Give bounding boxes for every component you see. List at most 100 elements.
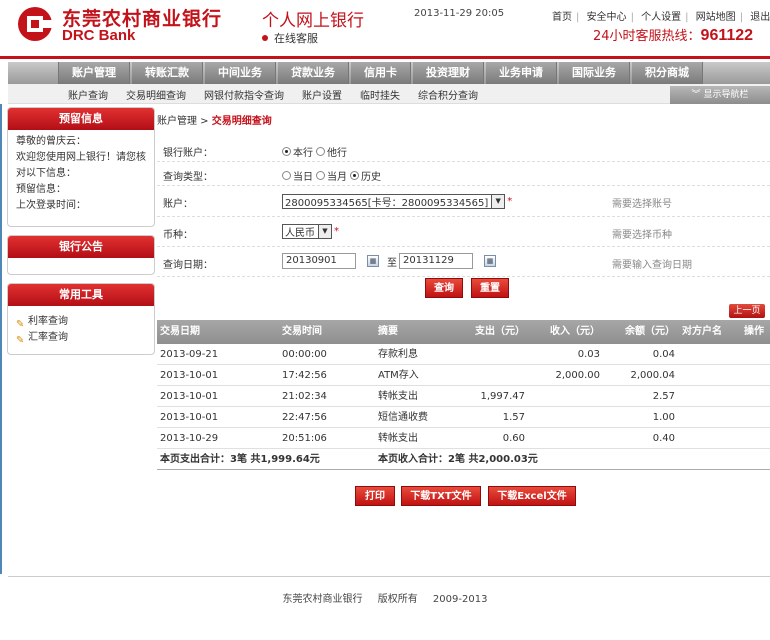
dropdown-arrow-icon: ▼ (318, 225, 331, 238)
col-in: 收入（元） (550, 326, 600, 337)
tool-interest-rate[interactable]: ✎ 利率查询 (16, 314, 146, 330)
show-nav-button[interactable]: ︾ 显示导航栏 (670, 86, 770, 104)
account-row: 账户： 2800095334565[卡号：2800095334565] ▼ * 需要… (157, 186, 770, 217)
greeting: 尊敬的曾庆云： (16, 136, 86, 147)
currency-row: 币种： 人民币 ▼ * 需要选择币种 (157, 217, 770, 247)
radio-other-bank[interactable] (316, 147, 325, 156)
bank-logo-icon (18, 7, 56, 41)
footer-divider (8, 576, 770, 577)
col-out: 支出（元） (475, 326, 525, 337)
account-hint: 需要选择账号 (612, 199, 672, 210)
currency-hint: 需要选择币种 (612, 230, 672, 241)
last-login-label: 上次登录时间： (16, 200, 86, 211)
nav-transfer[interactable]: 转账汇款 (132, 62, 203, 84)
radio-today[interactable] (282, 171, 291, 180)
date-row: 查询日期： 20130901 ▦ 至 20131129 ▦ 需要输入查询日期 (157, 247, 770, 277)
reset-button[interactable]: 重置 (471, 278, 509, 298)
double-chevron-down-icon: ︾ (691, 90, 701, 100)
bank-name-en: DRC Bank (62, 27, 136, 44)
datetime: 2013-11-29 20:05 (414, 8, 505, 19)
nav-international[interactable]: 国际业务 (559, 62, 630, 84)
col-counterparty: 对方户名 (682, 326, 722, 337)
calendar-icon[interactable]: ▦ (367, 255, 379, 267)
footer: 东莞农村商业银行 版权所有 2009-2013 (0, 590, 770, 605)
link-settings[interactable]: 个人设置 (641, 12, 681, 23)
table-row: 2013-09-21 00:00:00 存款利息 0.03 0.04 (157, 344, 770, 365)
nav-account-mgmt[interactable]: 账户管理 (58, 62, 130, 84)
welcome-text-2: 对以下信息： (16, 168, 76, 179)
prev-page-button[interactable]: 上一页 (729, 304, 765, 318)
subnav-account-settings[interactable]: 账户设置 (302, 87, 342, 102)
header-divider (0, 56, 770, 59)
required-mark: * (334, 226, 339, 237)
pencil-icon: ✎ (16, 319, 25, 330)
dropdown-arrow-icon: ▼ (491, 195, 505, 208)
date-to-input[interactable]: 20131129 (399, 253, 473, 269)
col-time: 交易时间 (282, 326, 322, 337)
online-service-link[interactable]: 在线客服 (262, 30, 318, 46)
required-mark: * (507, 196, 513, 207)
breadcrumb: 账户管理 > 交易明细查询 (157, 116, 272, 127)
notice-panel: 银行公告 (7, 235, 155, 275)
date-from-input[interactable]: 20130901 (282, 253, 356, 269)
pencil-icon: ✎ (16, 335, 25, 346)
col-date: 交易日期 (160, 326, 200, 337)
date-to-label: 至 (387, 257, 397, 269)
radio-history[interactable] (350, 171, 359, 180)
sub-nav: 账户查询 交易明细查询 网银付款指令查询 账户设置 临时挂失 综合积分查询 ︾ … (8, 84, 770, 104)
query-button[interactable]: 查询 (425, 278, 463, 298)
link-logout[interactable]: 退出 (750, 12, 770, 23)
account-label: 账户： (163, 199, 193, 210)
nav-points-mall[interactable]: 积分商城 (632, 62, 703, 84)
date-hint: 需要输入查询日期 (612, 260, 692, 271)
table-row: 2013-10-01 17:42:56 ATM存入 2,000.00 2,000.04 (157, 365, 770, 386)
query-type-row: 查询类型： 当日 当月 历史 (157, 162, 770, 186)
subnav-payment-query[interactable]: 网银付款指令查询 (204, 87, 284, 102)
subnav-transaction-query[interactable]: 交易明细查询 (126, 87, 186, 102)
nav-credit-card[interactable]: 信用卡 (351, 62, 411, 84)
nav-loan[interactable]: 贷款业务 (278, 62, 349, 84)
notice-title: 银行公告 (8, 236, 154, 258)
table-row: 2013-10-29 20:51:06 转帐支出 0.60 0.40 (157, 428, 770, 449)
summary-out: 本页支出合计：3笔 共1,999.64元 (160, 454, 320, 465)
main-nav: 账户管理 转账汇款 中间业务 贷款业务 信用卡 投资理财 业务申请 国际业务 积… (8, 62, 770, 84)
col-operation: 操作 (744, 326, 764, 337)
footer-years: 2009-2013 (432, 594, 488, 605)
link-security[interactable]: 安全中心 (587, 12, 627, 23)
subnav-account-query[interactable]: 账户查询 (68, 87, 108, 102)
footer-copyright: 版权所有 (377, 594, 418, 605)
top-links: 首页 | 安全中心 | 个人设置 | 网站地图 | 退出 (552, 12, 770, 23)
radio-month[interactable] (316, 171, 325, 180)
link-home[interactable]: 首页 (552, 12, 572, 23)
subnav-points-query[interactable]: 综合积分查询 (418, 87, 478, 102)
reserved-info-label: 预留信息： (16, 184, 66, 195)
bank-account-row: 银行账户： 本行 他行 (157, 138, 770, 162)
summary-in: 本页收入合计：2笔 共2,000.03元 (378, 454, 538, 465)
radio-own-bank[interactable] (282, 147, 291, 156)
print-button[interactable]: 打印 (355, 486, 395, 506)
currency-label: 币种： (163, 230, 193, 241)
nav-investment[interactable]: 投资理财 (413, 62, 484, 84)
reserved-info-panel: 预留信息 尊敬的曾庆云： 欢迎您使用网上银行！请您核 对以下信息： 预留信息： … (7, 107, 155, 227)
calendar-icon[interactable]: ▦ (484, 255, 496, 267)
account-select[interactable]: 2800095334565[卡号：2800095334565] ▼ (282, 194, 506, 209)
col-summary: 摘要 (378, 326, 398, 337)
site-title: 个人网上银行 (262, 11, 364, 31)
table-row: 2013-10-01 22:47:56 短信通收费 1.57 1.00 (157, 407, 770, 428)
nav-application[interactable]: 业务申请 (486, 62, 557, 84)
currency-select[interactable]: 人民币 ▼ (282, 224, 332, 239)
link-sitemap[interactable]: 网站地图 (696, 12, 736, 23)
tools-panel: 常用工具 ✎ 利率查询 ✎ 汇率查询 (7, 283, 155, 355)
nav-intermediary[interactable]: 中间业务 (205, 62, 276, 84)
table-summary: 本页支出合计：3笔 共1,999.64元 本页收入合计：2笔 共2,000.03… (157, 449, 770, 470)
subnav-temp-loss[interactable]: 临时挂失 (360, 87, 400, 102)
tool-exchange-rate[interactable]: ✎ 汇率查询 (16, 330, 146, 346)
footer-bank-name: 东莞农村商业银行 (282, 594, 363, 605)
download-txt-button[interactable]: 下载TXT文件 (401, 486, 481, 506)
tools-title: 常用工具 (8, 284, 154, 306)
download-excel-button[interactable]: 下载Excel文件 (488, 486, 576, 506)
col-balance: 余额（元） (625, 326, 675, 337)
status-dot-icon (262, 35, 268, 41)
table-header: 交易日期 交易时间 摘要 支出（元） 收入（元） 余额（元） 对方户名 操作 (157, 320, 770, 344)
hotline: 24小时客服热线：961122 (593, 27, 754, 44)
